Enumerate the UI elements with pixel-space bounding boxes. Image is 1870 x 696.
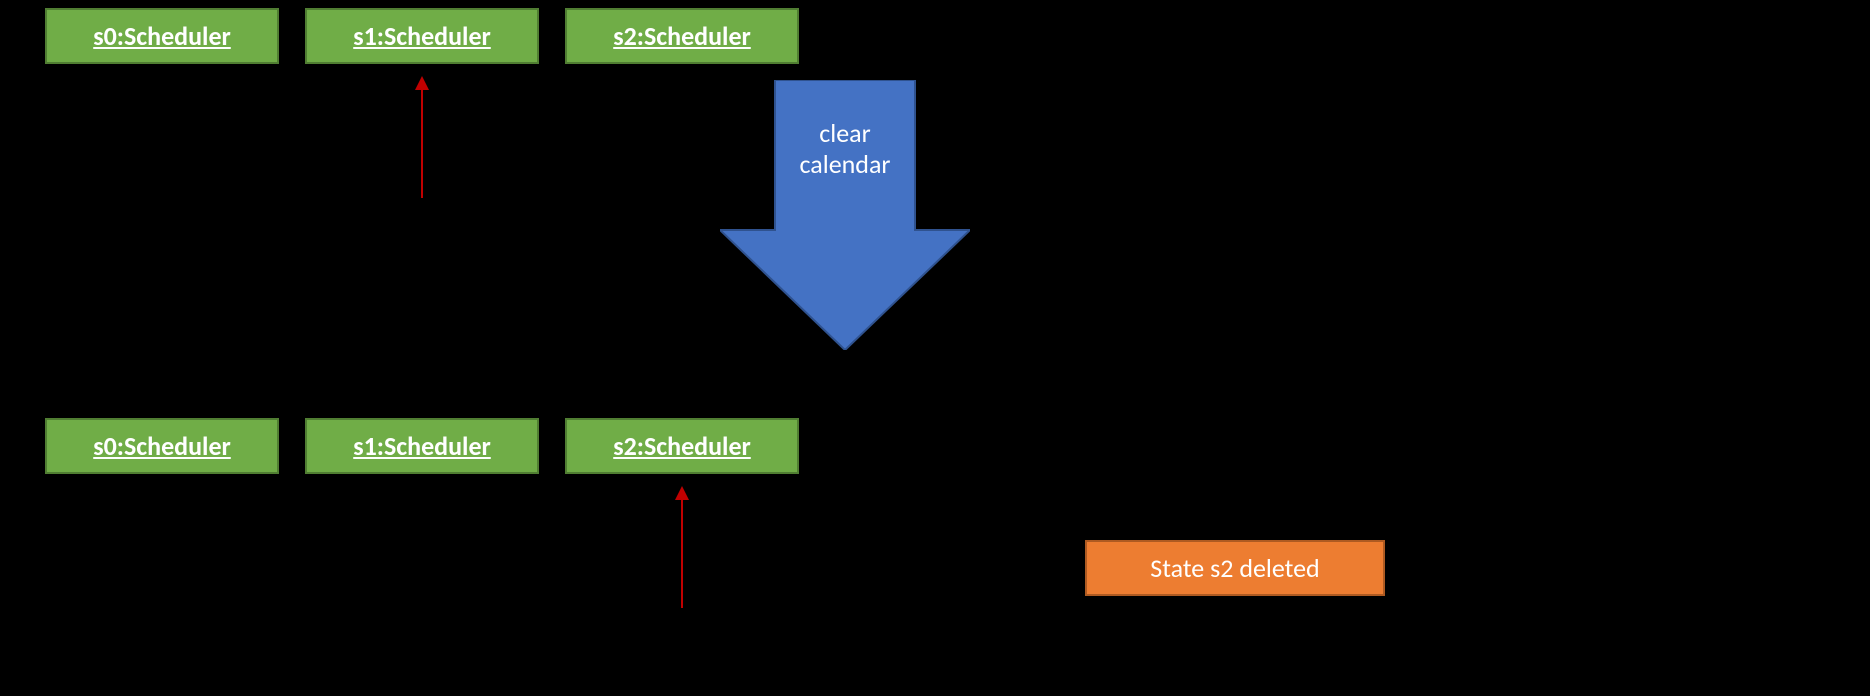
object-s0-top: s0:Scheduler	[45, 8, 279, 64]
object-label: s0:Scheduler	[93, 430, 231, 462]
transition-arrow: clear calendar	[720, 80, 970, 350]
object-label: s1:Scheduler	[353, 430, 491, 462]
object-label: s1:Scheduler	[353, 20, 491, 52]
pointer-s1-top	[421, 78, 423, 198]
status-badge: State s2 deleted	[1085, 540, 1385, 596]
pointer-s2-bottom	[681, 488, 683, 608]
object-label: s2:Scheduler	[613, 430, 751, 462]
arrowhead-icon	[415, 76, 429, 90]
object-s1-top: s1:Scheduler	[305, 8, 539, 64]
object-s2-top: s2:Scheduler	[565, 8, 799, 64]
object-s2-bottom: s2:Scheduler	[565, 418, 799, 474]
object-s1-bottom: s1:Scheduler	[305, 418, 539, 474]
object-label: s0:Scheduler	[93, 20, 231, 52]
transition-label: clear calendar	[720, 118, 970, 180]
arrowhead-icon	[675, 486, 689, 500]
diagram-stage: s0:Scheduler s1:Scheduler s2:Scheduler c…	[0, 0, 1870, 696]
object-label: s2:Scheduler	[613, 20, 751, 52]
status-text: State s2 deleted	[1150, 552, 1319, 584]
object-s0-bottom: s0:Scheduler	[45, 418, 279, 474]
